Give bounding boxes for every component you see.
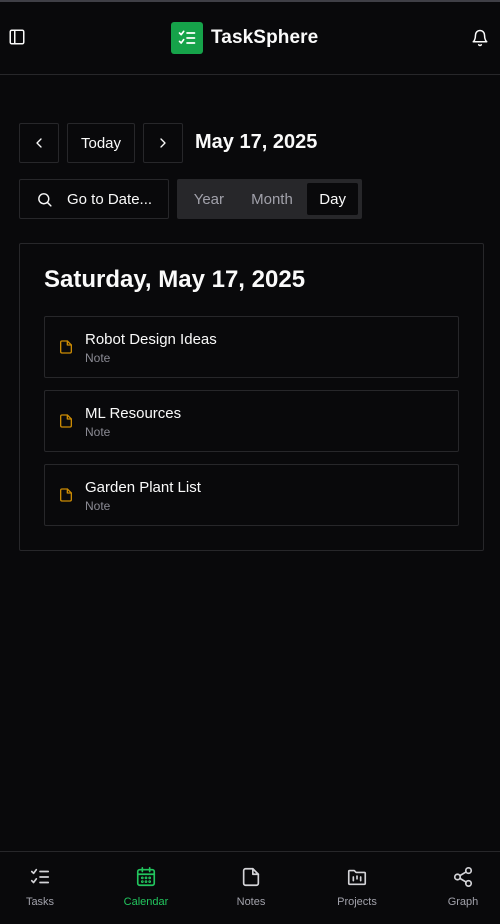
- nav-label: Calendar: [123, 896, 169, 908]
- logo-checklist-icon: [171, 22, 203, 54]
- nav-label: Graph: [447, 896, 479, 908]
- note-file-icon: [60, 414, 72, 428]
- projects-icon: [347, 869, 367, 886]
- search-icon: [38, 192, 52, 207]
- nav-item-projects[interactable]: Projects: [307, 852, 407, 924]
- note-file-icon: [60, 488, 72, 502]
- nav-label: Notes: [236, 896, 266, 908]
- previous-day-button[interactable]: [19, 123, 59, 163]
- list-item[interactable]: Garden Plant List Note: [44, 464, 459, 526]
- note-type: Note: [85, 499, 111, 513]
- notes-icon: [242, 867, 260, 887]
- tasks-icon: [30, 868, 50, 884]
- note-type: Note: [85, 425, 111, 439]
- day-view-card: Saturday, May 17, 2025 Robot Design Idea…: [19, 243, 484, 551]
- note-file-icon: [60, 340, 72, 354]
- bottom-navigation: Tasks Calendar Notes Projects Graph: [0, 851, 500, 923]
- list-item[interactable]: ML Resources Note: [44, 390, 459, 452]
- view-switcher: Year Month Day: [177, 179, 362, 219]
- view-day-tab[interactable]: Day: [307, 183, 358, 215]
- day-heading: Saturday, May 17, 2025: [44, 266, 306, 293]
- view-year-tab[interactable]: Year: [181, 183, 237, 215]
- nav-item-notes[interactable]: Notes: [201, 852, 301, 924]
- nav-label: Projects: [337, 896, 377, 908]
- chevron-right-icon: [160, 138, 166, 148]
- go-to-date-button[interactable]: Go to Date...: [19, 179, 169, 219]
- note-title: Garden Plant List: [85, 479, 201, 496]
- brand[interactable]: TaskSphere: [171, 22, 318, 54]
- app-title: TaskSphere: [211, 27, 319, 48]
- next-day-button[interactable]: [143, 123, 183, 163]
- note-title: ML Resources: [85, 405, 182, 422]
- note-title: Robot Design Ideas: [85, 331, 217, 348]
- nav-item-calendar[interactable]: Calendar: [96, 852, 196, 924]
- note-type: Note: [85, 351, 111, 365]
- sidebar-toggle-icon[interactable]: [8, 28, 26, 46]
- current-date-label: May 17, 2025: [195, 131, 318, 153]
- go-to-date-label: Go to Date...: [67, 190, 153, 208]
- list-item[interactable]: Robot Design Ideas Note: [44, 316, 459, 378]
- nav-item-tasks[interactable]: Tasks: [0, 852, 90, 924]
- graph-share-icon: [453, 867, 473, 887]
- nav-item-graph[interactable]: Graph: [413, 852, 500, 924]
- notifications-bell-icon[interactable]: [471, 29, 489, 47]
- calendar-icon: [136, 867, 156, 887]
- app-header: TaskSphere: [0, 2, 500, 75]
- view-month-tab[interactable]: Month: [237, 183, 308, 215]
- chevron-left-icon: [36, 138, 42, 148]
- today-button[interactable]: Today: [67, 123, 135, 163]
- nav-label: Tasks: [25, 896, 55, 908]
